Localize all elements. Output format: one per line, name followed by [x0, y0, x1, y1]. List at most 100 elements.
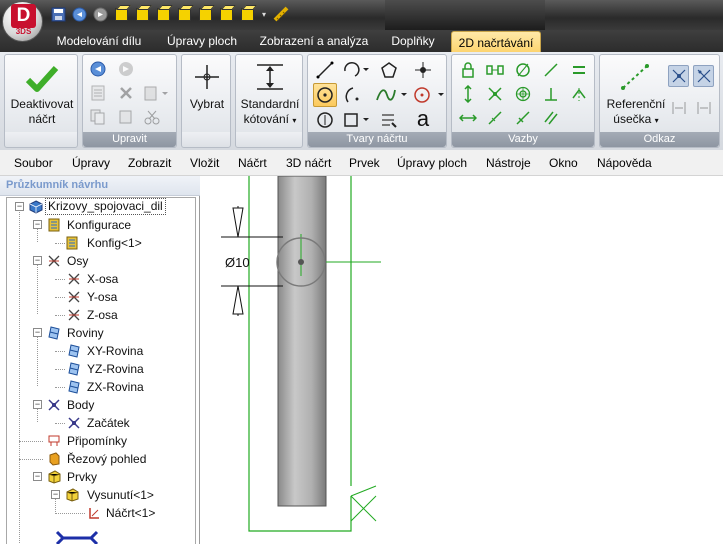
fix-lock-icon[interactable] — [458, 60, 478, 80]
polygon-icon[interactable] — [378, 59, 400, 81]
tree-item-planes[interactable]: Roviny — [67, 324, 104, 342]
view-cube-back-icon[interactable] — [197, 6, 214, 23]
tree-collapse-axes[interactable]: − — [33, 256, 42, 265]
deactivate-label-2[interactable]: náčrt — [5, 112, 79, 127]
reference-label-2[interactable]: úsečka ▾ — [600, 112, 672, 128]
tree-item-notes[interactable]: Připomínky — [67, 432, 127, 450]
tree-item-section-view[interactable]: Řezový pohled — [67, 450, 146, 468]
paste-icon[interactable] — [143, 84, 169, 102]
tree-item-origin[interactable]: Začátek — [87, 414, 130, 432]
app-logo[interactable]: D 3DS — [2, 1, 43, 42]
copy-icon[interactable] — [89, 108, 107, 126]
cut-icon[interactable] — [143, 108, 161, 126]
menu-sketch[interactable]: Náčrt — [238, 150, 267, 176]
view-cube-front-icon[interactable] — [113, 6, 130, 23]
tab-part-modeling[interactable]: Modelování dílu — [56, 30, 142, 52]
horizontal-icon[interactable] — [458, 108, 478, 128]
menu-window[interactable]: Okno — [549, 150, 578, 176]
view-cube-right-icon[interactable] — [155, 6, 172, 23]
reference-line-icon[interactable] — [618, 61, 652, 93]
tree-item-sketch[interactable]: Náčrt<1> — [106, 504, 155, 522]
view-cube-bottom-icon[interactable] — [218, 6, 235, 23]
view-cube-iso-icon[interactable] — [239, 6, 256, 23]
tab-addons[interactable]: Doplňky — [386, 30, 440, 52]
menu-feature[interactable]: Prvek — [349, 150, 380, 176]
coincident-icon[interactable] — [485, 60, 505, 80]
symmetric-icon[interactable] — [569, 84, 589, 104]
concentric-icon[interactable] — [513, 84, 533, 104]
arc-icon[interactable] — [342, 59, 370, 81]
text-icon[interactable]: a — [412, 107, 434, 131]
perpendicular-icon[interactable] — [541, 84, 561, 104]
tree-collapse-extrude[interactable]: − — [51, 490, 60, 499]
tab-view-analysis[interactable]: Zobrazení a analýza — [258, 30, 370, 52]
midpoint-icon[interactable] — [513, 108, 533, 128]
line-icon[interactable] — [314, 59, 336, 81]
view-cube-top-icon[interactable] — [134, 6, 151, 23]
tree-collapse-configurations[interactable]: − — [33, 220, 42, 229]
menu-help[interactable]: Nápověda — [597, 150, 652, 176]
menu-file[interactable]: Soubor — [14, 150, 53, 176]
tree-item-z-axis[interactable]: Z-osa — [87, 306, 118, 324]
redo-gray-icon[interactable] — [117, 60, 135, 78]
measure-ruler-icon[interactable] — [272, 6, 289, 23]
tree-item-features[interactable]: Prvky — [67, 468, 97, 486]
tree-collapse-points[interactable]: − — [33, 400, 42, 409]
dimension-label-1[interactable]: Standardní — [236, 97, 304, 112]
checkmark-icon[interactable] — [25, 63, 59, 95]
arc-3point-icon[interactable] — [342, 84, 364, 106]
dimension-text[interactable]: Ø10 — [225, 255, 250, 270]
save-icon[interactable] — [50, 6, 67, 23]
select-label[interactable]: Vybrat — [182, 97, 232, 112]
intersect-icon[interactable] — [485, 84, 505, 104]
ref-point-grid-icon[interactable] — [668, 65, 689, 87]
tree-item-xy-plane[interactable]: XY-Rovina — [87, 342, 143, 360]
tree-item-extrude[interactable]: Vysunutí<1> — [87, 486, 154, 504]
parallel-line-icon[interactable] — [541, 60, 561, 80]
ref-horizontal-dim-icon[interactable] — [693, 97, 714, 119]
tab-2d-sketch[interactable]: 2D načrtávání — [451, 31, 541, 53]
rectangle-icon[interactable] — [342, 109, 372, 131]
parallel-icon[interactable] — [541, 108, 561, 128]
dimension-dropdown-icon[interactable]: ▾ — [292, 116, 296, 125]
redo-icon[interactable] — [92, 6, 109, 23]
tab-surface-edit[interactable]: Úpravy ploch — [162, 30, 242, 52]
tree-item-y-axis[interactable]: Y-osa — [87, 288, 117, 306]
ref-vertical-dim-icon[interactable] — [668, 97, 689, 119]
menu-surface-edit[interactable]: Úpravy ploch — [397, 150, 467, 176]
tree-item-config1[interactable]: Konfig<1> — [87, 234, 142, 252]
tree-item-root[interactable]: Krizovy_spojovaci_dil — [45, 198, 166, 215]
delete-icon[interactable] — [117, 84, 135, 102]
tree-item-x-axis[interactable]: X-osa — [87, 270, 118, 288]
undo-icon[interactable] — [71, 6, 88, 23]
deactivate-label-1[interactable]: Deaktivovat — [5, 97, 79, 112]
circle-icon[interactable] — [313, 83, 337, 107]
collinear-icon[interactable] — [485, 108, 505, 128]
tree-item-points[interactable]: Body — [67, 396, 94, 414]
tangent-icon[interactable] — [513, 60, 533, 80]
dimension-label-2[interactable]: kótování ▾ — [236, 112, 304, 128]
reference-dropdown-icon[interactable]: ▾ — [655, 116, 659, 125]
point-icon[interactable] — [412, 59, 434, 81]
properties-icon[interactable] — [89, 84, 107, 102]
equal-icon[interactable] — [569, 60, 589, 80]
menu-edit[interactable]: Úpravy — [72, 150, 110, 176]
spline-icon[interactable] — [374, 84, 408, 106]
center-circle-icon[interactable] — [314, 109, 336, 131]
circle-red-icon[interactable] — [412, 84, 446, 106]
menu-insert[interactable]: Vložit — [190, 150, 219, 176]
tree-collapse-planes[interactable]: − — [33, 328, 42, 337]
vertical-icon[interactable] — [458, 84, 478, 104]
offset-icon[interactable] — [378, 109, 400, 131]
tree-item-zx-plane[interactable]: ZX-Rovina — [87, 378, 144, 396]
tree-item-axes[interactable]: Osy — [67, 252, 88, 270]
dimension-icon[interactable] — [254, 61, 286, 93]
undo-blue-icon[interactable] — [89, 60, 107, 78]
copy-alt-icon[interactable] — [117, 108, 135, 126]
qat-dropdown-icon[interactable]: ▾ — [260, 6, 268, 23]
tree-item-configurations[interactable]: Konfigurace — [67, 216, 131, 234]
tree-item-yz-plane[interactable]: YZ-Rovina — [87, 360, 144, 378]
circle-center[interactable] — [298, 259, 304, 265]
reference-label-1[interactable]: Referenční — [600, 97, 672, 112]
menu-view[interactable]: Zobrazit — [128, 150, 171, 176]
